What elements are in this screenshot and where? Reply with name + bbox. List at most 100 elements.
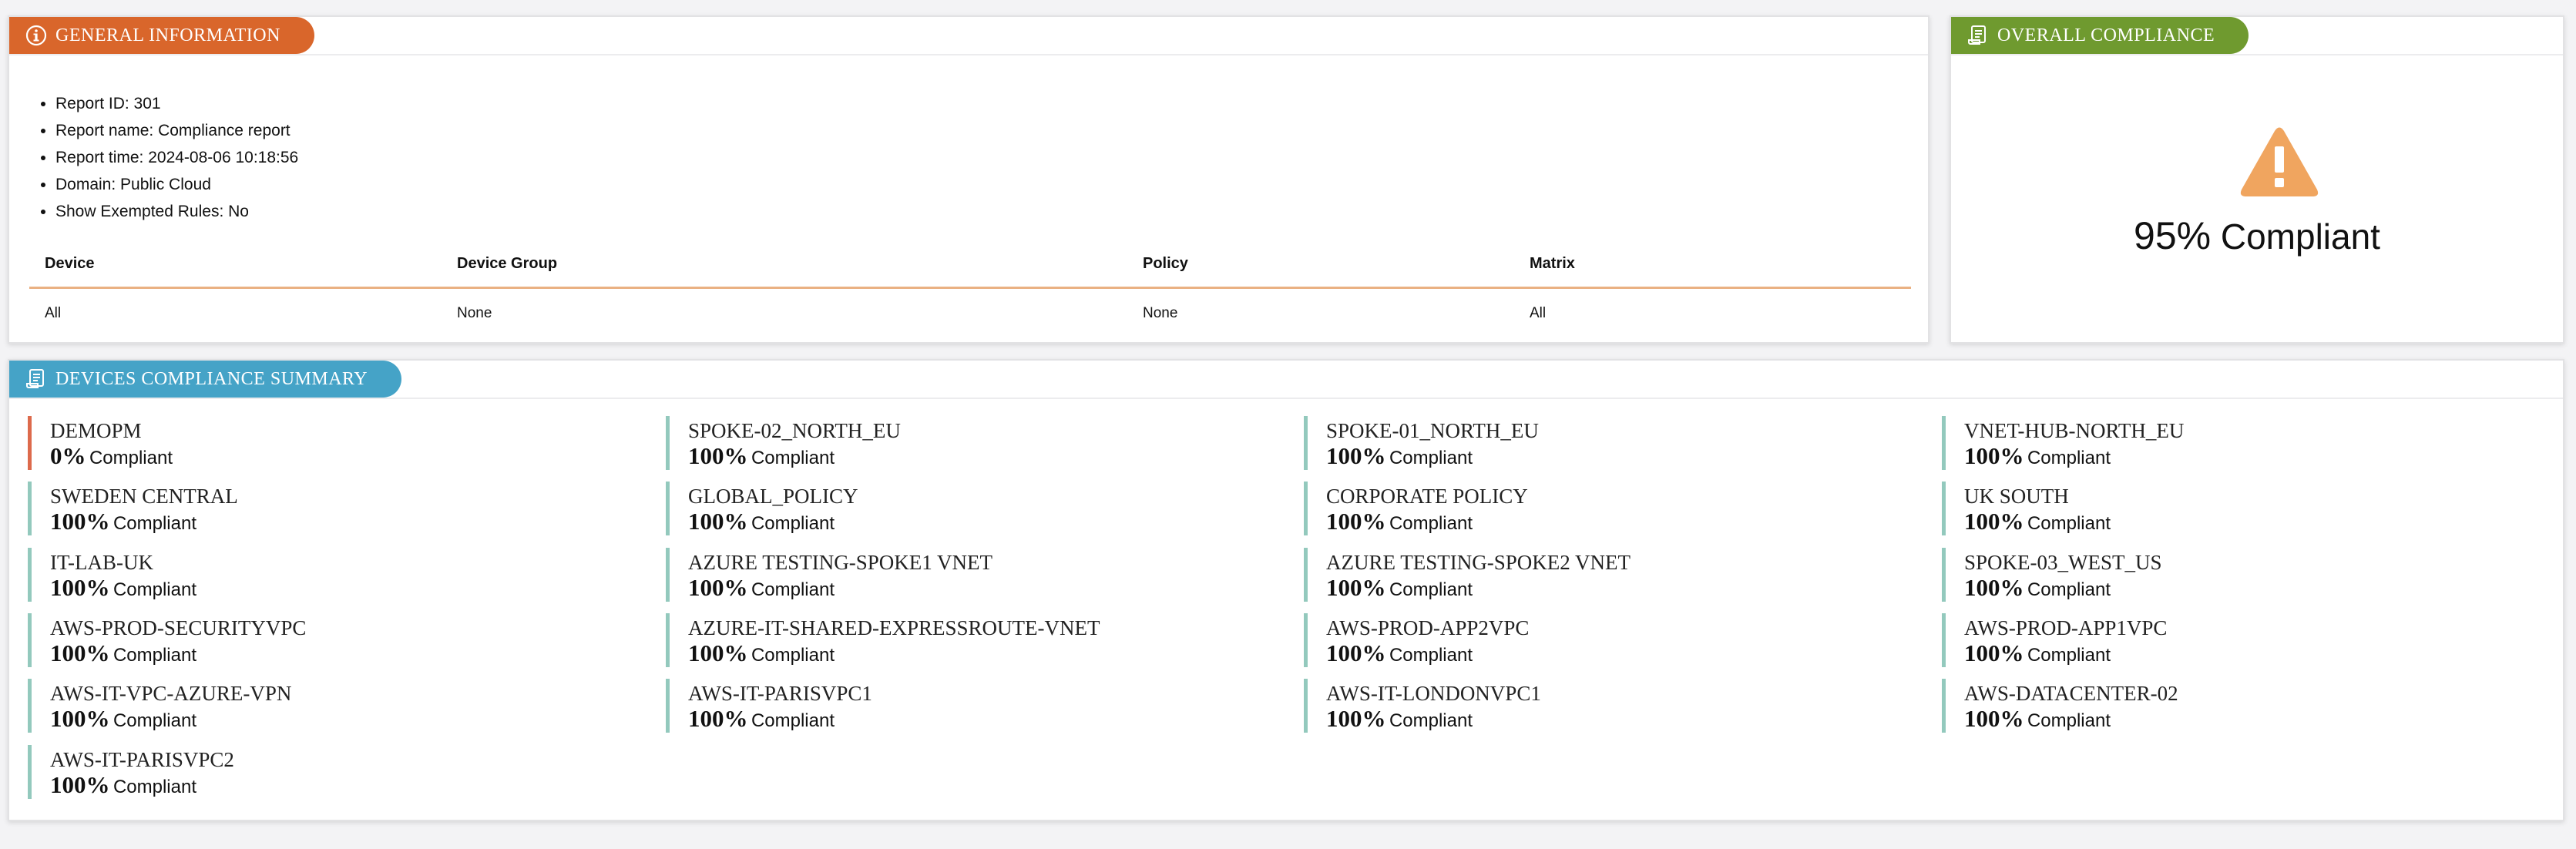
scope-table: Device Device Group Policy Matrix All No… (29, 240, 1911, 338)
report-name-item: Report name: Compliance report (55, 117, 298, 144)
device-compliance-status: 100% Compliant (50, 508, 644, 540)
device-compliance-item: AZURE-IT-SHARED-EXPRESSROUTE-VNET 100% Co… (666, 612, 1282, 667)
device-compliance-percent: 100% (1326, 508, 1386, 535)
device-compliance-status: 100% Compliant (1964, 574, 2558, 606)
device-compliant-label: Compliant (751, 448, 835, 468)
device-compliance-percent: 100% (1326, 639, 1386, 666)
device-compliance-percent: 100% (50, 508, 110, 535)
cell-device: All (45, 305, 62, 321)
device-compliance-item: IT-LAB-UK 100% Compliant (28, 547, 644, 602)
report-icon (25, 367, 48, 391)
device-name: SWEDEN CENTRAL (50, 485, 238, 508)
device-compliance-status: 100% Compliant (1326, 705, 1920, 737)
device-compliance-item: VNET-HUB-NORTH_EU 100% Compliant (1942, 416, 2558, 470)
device-name: DEMOPM (50, 419, 142, 442)
device-compliant-label: Compliant (751, 710, 835, 732)
show-exempted-rules-item: Show Exempted Rules: No (55, 198, 298, 225)
device-compliance-status: 100% Compliant (688, 705, 1282, 737)
general-information-header: GENERAL INFORMATION (9, 17, 1928, 55)
device-compliance-status: 100% Compliant (50, 574, 644, 606)
device-compliant-label: Compliant (1389, 710, 1473, 732)
device-compliance-status: 100% Compliant (688, 639, 1282, 672)
device-compliance-status: 100% Compliant (1326, 574, 1920, 606)
device-compliance-item: AWS-IT-PARISVPC2 100% Compliant (28, 744, 644, 799)
device-name: CORPORATE POLICY (1326, 485, 1528, 508)
table-row: All None None All (29, 288, 1911, 339)
device-compliance-item: AWS-IT-PARISVPC1 100% Compliant (666, 679, 1282, 733)
device-compliant-label: Compliant (113, 513, 196, 535)
device-compliant-label: Compliant (1389, 448, 1473, 468)
report-icon (1966, 24, 1990, 47)
general-information-panel: GENERAL INFORMATION Report ID: 301 Repor… (8, 15, 1929, 344)
device-compliance-percent: 100% (1964, 573, 2024, 601)
device-compliance-percent: 100% (1964, 508, 2024, 535)
device-name: AZURE TESTING-SPOKE2 VNET (1326, 550, 1631, 574)
device-compliance-percent: 0% (50, 442, 86, 469)
device-compliant-label: Compliant (1389, 579, 1473, 600)
column-header-policy: Policy (1127, 240, 1514, 289)
device-compliance-percent: 100% (50, 573, 110, 601)
device-compliance-item: AWS-IT-VPC-AZURE-VPN 100% Compliant (28, 679, 644, 733)
device-compliance-status: 100% Compliant (1326, 442, 1920, 475)
device-compliance-item: GLOBAL_POLICY 100% Compliant (666, 482, 1282, 536)
device-compliant-label: Compliant (2027, 448, 2111, 468)
device-compliance-percent: 100% (1326, 442, 1386, 469)
device-name: AWS-PROD-APP2VPC (1326, 616, 1530, 639)
cell-device-group: None (457, 305, 492, 321)
device-compliance-percent: 100% (50, 705, 110, 733)
report-info-list: Report ID: 301 Report name: Compliance r… (39, 90, 298, 225)
device-name: AWS-IT-PARISVPC1 (688, 682, 872, 706)
device-compliance-percent: 100% (688, 442, 748, 469)
column-header-matrix: Matrix (1514, 240, 1911, 289)
general-information-title: GENERAL INFORMATION (55, 25, 280, 45)
device-name: AWS-PROD-SECURITYVPC (50, 616, 307, 639)
device-compliant-label: Compliant (113, 776, 196, 797)
device-name: AZURE TESTING-SPOKE1 VNET (688, 550, 992, 574)
info-icon (25, 24, 48, 47)
general-information-tab: GENERAL INFORMATION (9, 17, 314, 54)
report-time-item: Report time: 2024-08-06 10:18:56 (55, 144, 298, 171)
overall-percent: 95% (2134, 214, 2212, 257)
device-compliant-label: Compliant (751, 644, 835, 666)
device-compliance-status: 100% Compliant (688, 442, 1282, 475)
device-compliance-item: UK SOUTH 100% Compliant (1942, 482, 2558, 536)
device-compliance-item: AZURE TESTING-SPOKE1 VNET 100% Compliant (666, 547, 1282, 602)
device-compliance-status: 100% Compliant (50, 771, 644, 804)
device-compliance-item: SPOKE-03_WEST_US 100% Compliant (1942, 547, 2558, 602)
column-header-device: Device (29, 240, 442, 289)
device-compliance-percent: 100% (688, 639, 748, 666)
devices-compliance-title: DEVICES COMPLIANCE SUMMARY (55, 368, 368, 389)
device-compliant-label: Compliant (2027, 579, 2111, 600)
devices-compliance-header: DEVICES COMPLIANCE SUMMARY (9, 361, 2563, 399)
device-name: AWS-IT-LONDONVPC1 (1326, 682, 1541, 706)
device-compliance-percent: 100% (50, 770, 110, 798)
device-compliance-status: 100% Compliant (1964, 508, 2558, 540)
device-compliance-status: 100% Compliant (1964, 705, 2558, 737)
device-name: SPOKE-01_NORTH_EU (1326, 419, 1539, 442)
device-name: IT-LAB-UK (50, 550, 153, 574)
device-name: SPOKE-02_NORTH_EU (688, 419, 901, 442)
device-compliance-percent: 100% (1964, 639, 2024, 666)
device-name: SPOKE-03_WEST_US (1964, 550, 2162, 574)
cell-matrix: All (1530, 305, 1547, 321)
warning-icon (2239, 125, 2319, 199)
device-name: AWS-IT-PARISVPC2 (50, 747, 234, 771)
device-compliant-label: Compliant (113, 644, 196, 666)
device-name: GLOBAL_POLICY (688, 485, 858, 508)
cell-policy: None (1143, 305, 1178, 321)
domain-item: Domain: Public Cloud (55, 171, 298, 198)
device-name: AWS-DATACENTER-02 (1964, 682, 2178, 706)
device-name: VNET-HUB-NORTH_EU (1964, 419, 2185, 442)
devices-compliance-summary-panel: DEVICES COMPLIANCE SUMMARY DEMOPM 0% Comp… (8, 359, 2564, 821)
device-compliance-percent: 100% (50, 639, 110, 666)
device-compliance-percent: 100% (1964, 442, 2024, 469)
scope-table-header-row: Device Device Group Policy Matrix (29, 240, 1911, 289)
overall-compliance-tab: OVERALL COMPLIANCE (1951, 17, 2249, 54)
device-compliance-item: CORPORATE POLICY 100% Compliant (1304, 482, 1920, 536)
device-compliance-percent: 100% (1326, 573, 1386, 601)
device-compliance-status: 100% Compliant (688, 508, 1282, 540)
device-compliance-status: 100% Compliant (1964, 639, 2558, 672)
overall-compliance-panel: OVERALL COMPLIANCE 95% Compliant (1950, 15, 2564, 344)
device-compliance-item: AWS-PROD-APP1VPC 100% Compliant (1942, 612, 2558, 667)
overall-compliance-header: OVERALL COMPLIANCE (1951, 17, 2563, 55)
